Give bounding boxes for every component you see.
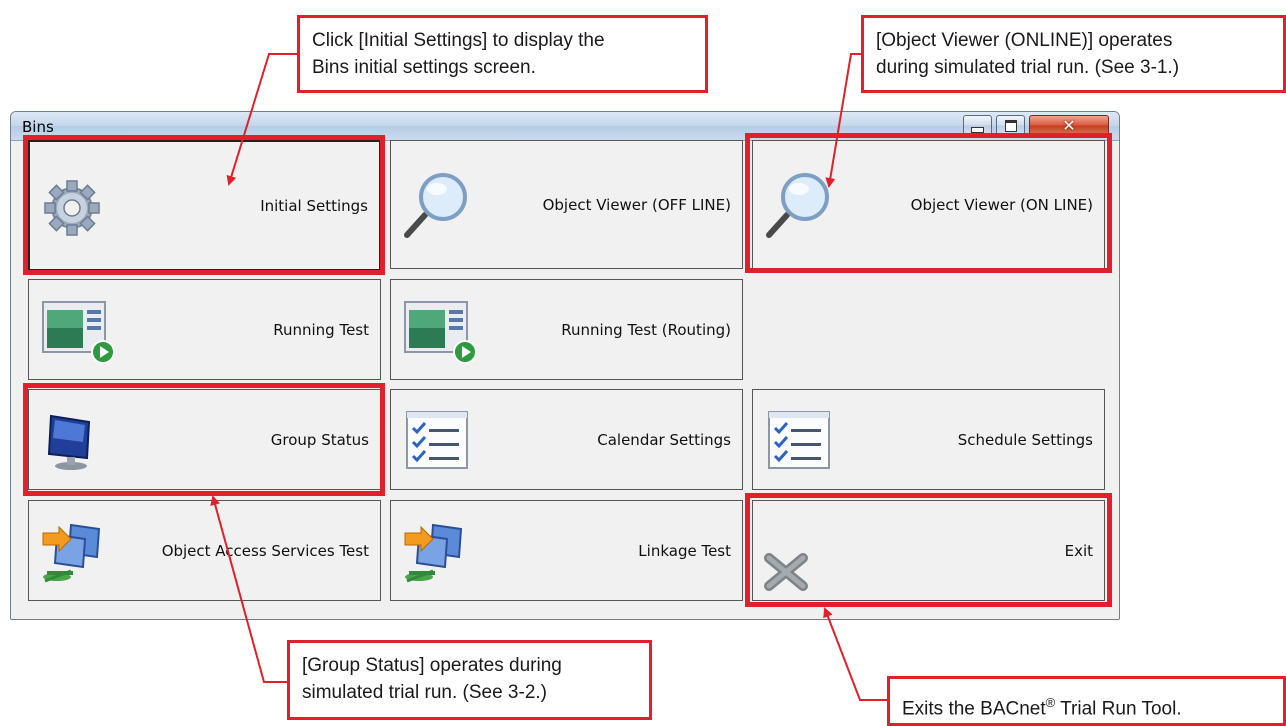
running-test-routing-button[interactable]: Running Test (Routing) <box>390 279 743 380</box>
exit-button[interactable]: Exit <box>752 500 1105 601</box>
network-icon <box>42 523 101 582</box>
running-test-icon <box>42 300 115 364</box>
tile-label: Running Test (Routing) <box>561 320 731 339</box>
callout-object-viewer-online: [Object Viewer (ONLINE)] operates during… <box>861 15 1286 93</box>
object-viewer-online-button[interactable]: Object Viewer (ON LINE) <box>752 140 1105 269</box>
bins-window: Bins ✕ Initial Settings Object Viewer (O… <box>10 111 1120 620</box>
close-icon: ✕ <box>1062 116 1076 135</box>
tile-label: Group Status <box>270 430 369 449</box>
checklist-icon <box>768 410 830 469</box>
initial-settings-button[interactable]: Initial Settings <box>28 140 381 271</box>
tile-label: Object Viewer (ON LINE) <box>910 195 1093 214</box>
object-viewer-offline-button[interactable]: Object Viewer (OFF LINE) <box>390 140 743 269</box>
registered-mark: ® <box>1045 695 1056 710</box>
tile-label: Running Test <box>273 320 369 339</box>
tile-label: Schedule Settings <box>957 430 1093 449</box>
callout-text: Exits the BACnet <box>902 698 1046 720</box>
object-access-services-test-button[interactable]: Object Access Services Test <box>28 500 381 601</box>
tile-label: Object Viewer (OFF LINE) <box>542 195 731 214</box>
magnifier-icon <box>766 172 829 238</box>
leader-exit <box>823 607 887 701</box>
tile-label: Exit <box>1064 541 1093 560</box>
calendar-settings-button[interactable]: Calendar Settings <box>390 389 743 490</box>
monitor-icon <box>47 414 91 470</box>
maximize-icon <box>1004 119 1017 132</box>
callout-initial-settings: Click [Initial Settings] to display the … <box>297 15 708 93</box>
minimize-button[interactable] <box>963 115 992 136</box>
callout-text: Bins initial settings screen. <box>312 57 536 78</box>
linkage-test-button[interactable]: Linkage Test <box>390 500 743 601</box>
close-button[interactable]: ✕ <box>1029 115 1109 136</box>
minimize-icon <box>971 126 984 133</box>
callout-exit: Exits the BACnet® Trial Run Tool. <box>887 676 1286 726</box>
network-icon <box>404 523 463 582</box>
title-bar[interactable]: Bins ✕ <box>11 112 1119 141</box>
callout-group-status: [Group Status] operates during simulated… <box>287 640 652 720</box>
running-test-button[interactable]: Running Test <box>28 279 381 380</box>
callout-text: simulated trial run. (See 3-2.) <box>302 682 547 703</box>
tile-label: Calendar Settings <box>597 430 731 449</box>
callout-text: [Object Viewer (ONLINE)] operates <box>876 30 1173 51</box>
gear-icon <box>44 179 100 236</box>
magnifier-icon <box>404 172 467 238</box>
running-test-icon <box>404 300 477 364</box>
maximize-button[interactable] <box>996 115 1025 136</box>
checklist-icon <box>406 410 468 469</box>
tile-label: Initial Settings <box>260 196 368 215</box>
tile-label: Object Access Services Test <box>161 541 369 560</box>
tile-label: Linkage Test <box>638 541 731 560</box>
close-x-icon <box>764 553 808 591</box>
callout-text: Click [Initial Settings] to display the <box>312 30 605 51</box>
schedule-settings-button[interactable]: Schedule Settings <box>752 389 1105 490</box>
callout-text: Trial Run Tool. <box>1055 698 1182 720</box>
callout-text: during simulated trial run. (See 3-1.) <box>876 57 1180 78</box>
group-status-button[interactable]: Group Status <box>28 389 381 490</box>
window-title: Bins <box>22 118 54 136</box>
callout-text: [Group Status] operates during <box>302 655 562 676</box>
